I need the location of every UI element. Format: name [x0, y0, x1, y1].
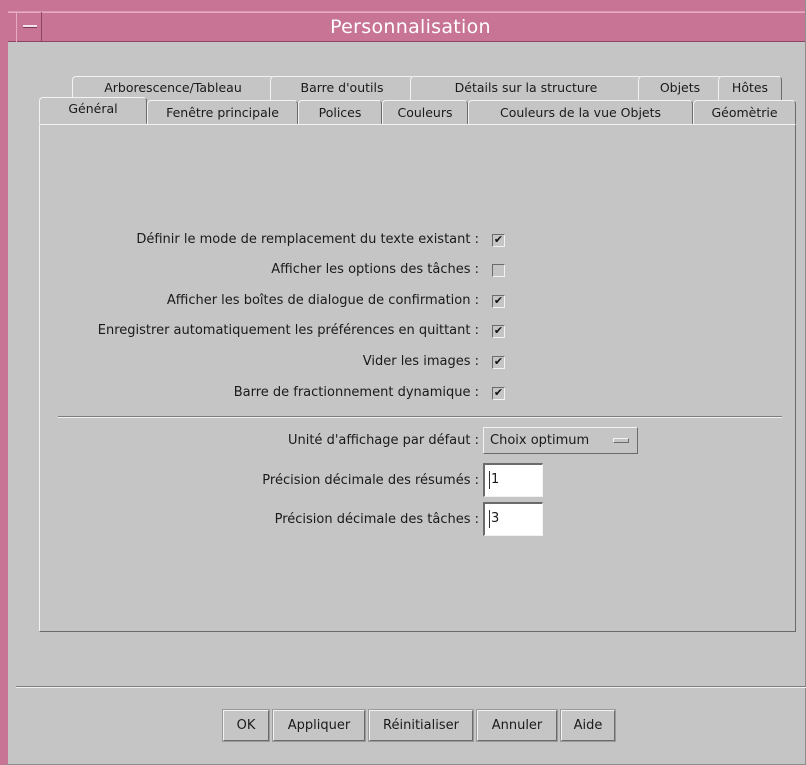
- tab-hotes[interactable]: Hôtes: [718, 76, 782, 100]
- button-area-separator: [16, 686, 806, 688]
- window-title: Personnalisation: [330, 16, 491, 38]
- option-label-dynamic-split-bar: Barre de fractionnement dynamique :: [233, 385, 479, 400]
- ok-button[interactable]: OK: [223, 710, 269, 741]
- reset-button[interactable]: Réinitialiser: [369, 710, 473, 741]
- unit-dropdown[interactable]: Choix optimum: [483, 427, 638, 454]
- show-task-options-checkbox[interactable]: [492, 264, 505, 277]
- tab-couleurs-vue-objets[interactable]: Couleurs de la vue Objets: [468, 100, 693, 125]
- cancel-button[interactable]: Annuler: [477, 710, 557, 741]
- option-label-autosave-prefs: Enregistrer automatiquement les préféren…: [97, 323, 479, 338]
- option-label-clear-images: Vider les images :: [362, 354, 479, 369]
- unit-label: Unité d'affichage par défaut :: [287, 433, 479, 448]
- option-menu-indicator-icon: [613, 438, 629, 443]
- autosave-prefs-checkbox[interactable]: ✔: [492, 325, 505, 338]
- general-tab-panel: [39, 124, 796, 632]
- clear-images-checkbox[interactable]: ✔: [492, 356, 505, 369]
- tab-objets[interactable]: Objets: [638, 76, 722, 100]
- summary-precision-input[interactable]: 1: [483, 463, 543, 497]
- option-label-confirm-dialogs: Afficher les boîtes de dialogue de confi…: [166, 293, 479, 308]
- tab-couleurs[interactable]: Couleurs: [382, 100, 468, 125]
- tab-geometrie[interactable]: Géomètrie: [693, 100, 796, 125]
- tab-general[interactable]: Général: [39, 97, 147, 124]
- tab-fenetre-principale[interactable]: Fenêtre principale: [147, 100, 298, 125]
- preferences-window: Personnalisation Arborescence/Tableau Ba…: [0, 0, 806, 765]
- dynamic-split-bar-checkbox[interactable]: ✔: [492, 387, 505, 400]
- unit-dropdown-value: Choix optimum: [490, 433, 590, 448]
- confirm-dialogs-checkbox[interactable]: ✔: [492, 295, 505, 308]
- task-precision-label: Précision décimale des tâches :: [274, 512, 479, 527]
- tab-details-structure[interactable]: Détails sur la structure: [410, 76, 642, 100]
- text-caret: [489, 471, 490, 489]
- summary-precision-value: 1: [491, 472, 500, 487]
- help-button[interactable]: Aide: [561, 710, 615, 741]
- option-label-replace-mode: Définir le mode de remplacement du texte…: [136, 232, 479, 247]
- text-caret: [489, 510, 490, 528]
- task-precision-value: 3: [491, 511, 500, 526]
- task-precision-input[interactable]: 3: [483, 502, 543, 536]
- tab-polices[interactable]: Polices: [298, 100, 382, 125]
- options-separator: [58, 416, 782, 418]
- window-frame-top: [8, 0, 805, 12]
- tab-barre-outils[interactable]: Barre d'outils: [270, 76, 414, 100]
- option-label-show-task-options: Afficher les options des tâches :: [271, 262, 479, 277]
- apply-button[interactable]: Appliquer: [273, 710, 365, 741]
- summary-precision-label: Précision décimale des résumés :: [262, 473, 479, 488]
- replace-mode-checkbox[interactable]: ✔: [492, 234, 505, 247]
